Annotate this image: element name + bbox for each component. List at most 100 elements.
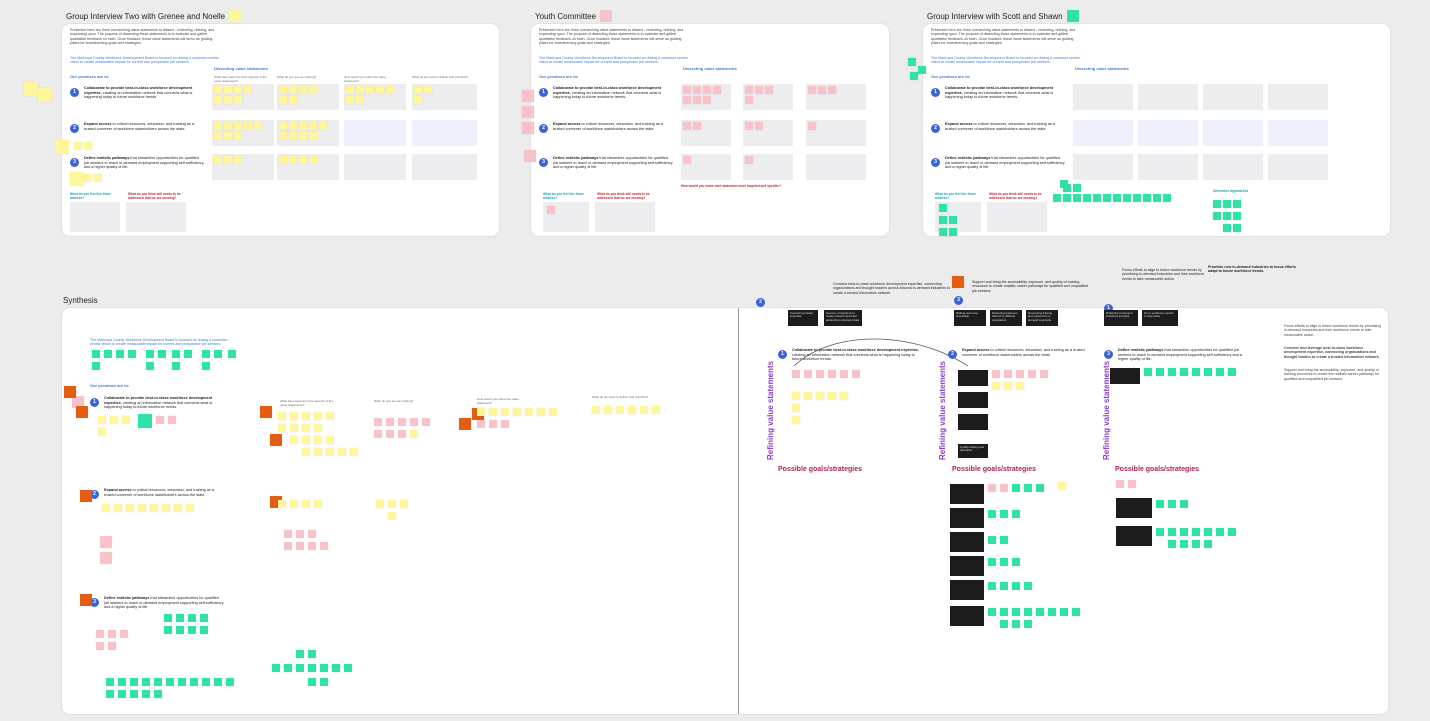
sticky-note[interactable] xyxy=(525,408,533,416)
sticky-note[interactable] xyxy=(302,412,310,420)
board-interview1[interactable]: Presented here are three overarching val… xyxy=(62,24,499,236)
sticky-note[interactable] xyxy=(260,406,272,418)
sticky-note[interactable] xyxy=(386,86,394,94)
sticky-note[interactable] xyxy=(755,86,763,94)
sticky-note[interactable] xyxy=(279,122,287,130)
sticky-note[interactable] xyxy=(356,96,364,104)
sticky-note[interactable] xyxy=(290,436,298,444)
sticky-note[interactable] xyxy=(289,122,297,130)
sticky-note[interactable] xyxy=(1040,370,1048,378)
sticky-note[interactable] xyxy=(80,594,92,606)
sticky-note[interactable] xyxy=(296,664,304,672)
sticky-note[interactable] xyxy=(200,614,208,622)
sticky-note[interactable] xyxy=(524,150,536,162)
sticky-note[interactable] xyxy=(214,350,222,358)
sticky-note[interactable] xyxy=(640,406,648,414)
sticky-note[interactable] xyxy=(186,504,194,512)
sticky-note[interactable] xyxy=(816,392,824,400)
sticky-note[interactable] xyxy=(326,412,334,420)
sticky-note[interactable] xyxy=(108,642,116,650)
sticky-note[interactable] xyxy=(410,418,418,426)
sticky-note[interactable] xyxy=(178,678,186,686)
sticky-note[interactable] xyxy=(1083,194,1091,202)
sticky-note[interactable] xyxy=(828,392,836,400)
sticky-note[interactable] xyxy=(1004,382,1012,390)
sticky-note[interactable] xyxy=(296,650,304,658)
sticky-note[interactable] xyxy=(414,96,422,104)
sticky-note[interactable] xyxy=(745,86,753,94)
sticky-note[interactable] xyxy=(346,86,354,94)
sticky-note[interactable] xyxy=(547,206,555,214)
sticky-note[interactable] xyxy=(308,530,316,538)
sticky-note[interactable] xyxy=(988,582,996,590)
sticky-note[interactable] xyxy=(1168,540,1176,548)
sticky-note[interactable] xyxy=(84,174,92,182)
dark-card[interactable] xyxy=(1116,498,1152,518)
sticky-note[interactable] xyxy=(126,504,134,512)
sticky-note[interactable] xyxy=(299,132,307,140)
sticky-note[interactable] xyxy=(1123,194,1131,202)
sticky-note[interactable] xyxy=(224,156,232,164)
dark-card[interactable] xyxy=(958,370,988,386)
sticky-note[interactable] xyxy=(513,408,521,416)
sticky-note[interactable] xyxy=(234,96,242,104)
sticky-note[interactable] xyxy=(284,542,292,550)
sticky-note[interactable] xyxy=(424,86,432,94)
sticky-note[interactable] xyxy=(816,370,824,378)
sticky-note[interactable] xyxy=(96,642,104,650)
sticky-note[interactable] xyxy=(1216,368,1224,376)
sticky-note[interactable] xyxy=(501,420,509,428)
sticky-note[interactable] xyxy=(150,504,158,512)
sticky-note[interactable] xyxy=(1024,608,1032,616)
sticky-note[interactable] xyxy=(154,690,162,698)
sticky-note[interactable] xyxy=(1168,528,1176,536)
sticky-note[interactable] xyxy=(290,412,298,420)
sticky-note[interactable] xyxy=(138,504,146,512)
sticky-note[interactable] xyxy=(214,156,222,164)
sticky-note[interactable] xyxy=(1000,484,1008,492)
dark-card[interactable] xyxy=(950,606,984,626)
sticky-note[interactable] xyxy=(522,106,534,118)
dark-card[interactable] xyxy=(950,484,984,504)
dark-card[interactable]: Improve connections to create network an… xyxy=(824,310,862,326)
sticky-note[interactable] xyxy=(1233,200,1241,208)
sticky-note[interactable] xyxy=(1000,608,1008,616)
sticky-note[interactable] xyxy=(939,216,947,224)
sticky-note[interactable] xyxy=(338,448,346,456)
sticky-note[interactable] xyxy=(828,370,836,378)
sticky-note[interactable] xyxy=(988,558,996,566)
dark-card[interactable] xyxy=(950,508,984,528)
sticky-note[interactable] xyxy=(130,678,138,686)
sticky-note[interactable] xyxy=(1060,180,1068,188)
sticky-note[interactable] xyxy=(489,408,497,416)
dark-card[interactable] xyxy=(950,532,984,552)
sticky-note[interactable] xyxy=(279,96,287,104)
sticky-note[interactable] xyxy=(1143,194,1151,202)
sticky-note[interactable] xyxy=(350,448,358,456)
sticky-note[interactable] xyxy=(1204,368,1212,376)
sticky-note[interactable] xyxy=(376,500,384,508)
sticky-note[interactable] xyxy=(70,172,84,186)
sticky-note[interactable] xyxy=(652,406,660,414)
sticky-note[interactable] xyxy=(224,86,232,94)
sticky-note[interactable] xyxy=(1024,484,1032,492)
sticky-note[interactable] xyxy=(346,96,354,104)
sticky-note[interactable] xyxy=(459,418,471,430)
sticky-note[interactable] xyxy=(683,156,691,164)
sticky-note[interactable] xyxy=(952,276,964,288)
sticky-note[interactable] xyxy=(80,490,92,502)
sticky-note[interactable] xyxy=(38,88,52,102)
sticky-note[interactable] xyxy=(290,500,298,508)
sticky-note[interactable] xyxy=(214,86,222,94)
sticky-note[interactable] xyxy=(92,362,100,370)
sticky-note[interactable] xyxy=(410,430,418,438)
sticky-note[interactable] xyxy=(289,86,297,94)
sticky-note[interactable] xyxy=(326,448,334,456)
sticky-note[interactable] xyxy=(501,408,509,416)
sticky-note[interactable] xyxy=(309,132,317,140)
sticky-note[interactable] xyxy=(792,392,800,400)
sticky-note[interactable] xyxy=(188,626,196,634)
sticky-note[interactable] xyxy=(254,122,262,130)
sticky-note[interactable] xyxy=(1073,184,1081,192)
board-synthesis[interactable]: The Maricopa County Workforce Developmen… xyxy=(62,296,1388,714)
